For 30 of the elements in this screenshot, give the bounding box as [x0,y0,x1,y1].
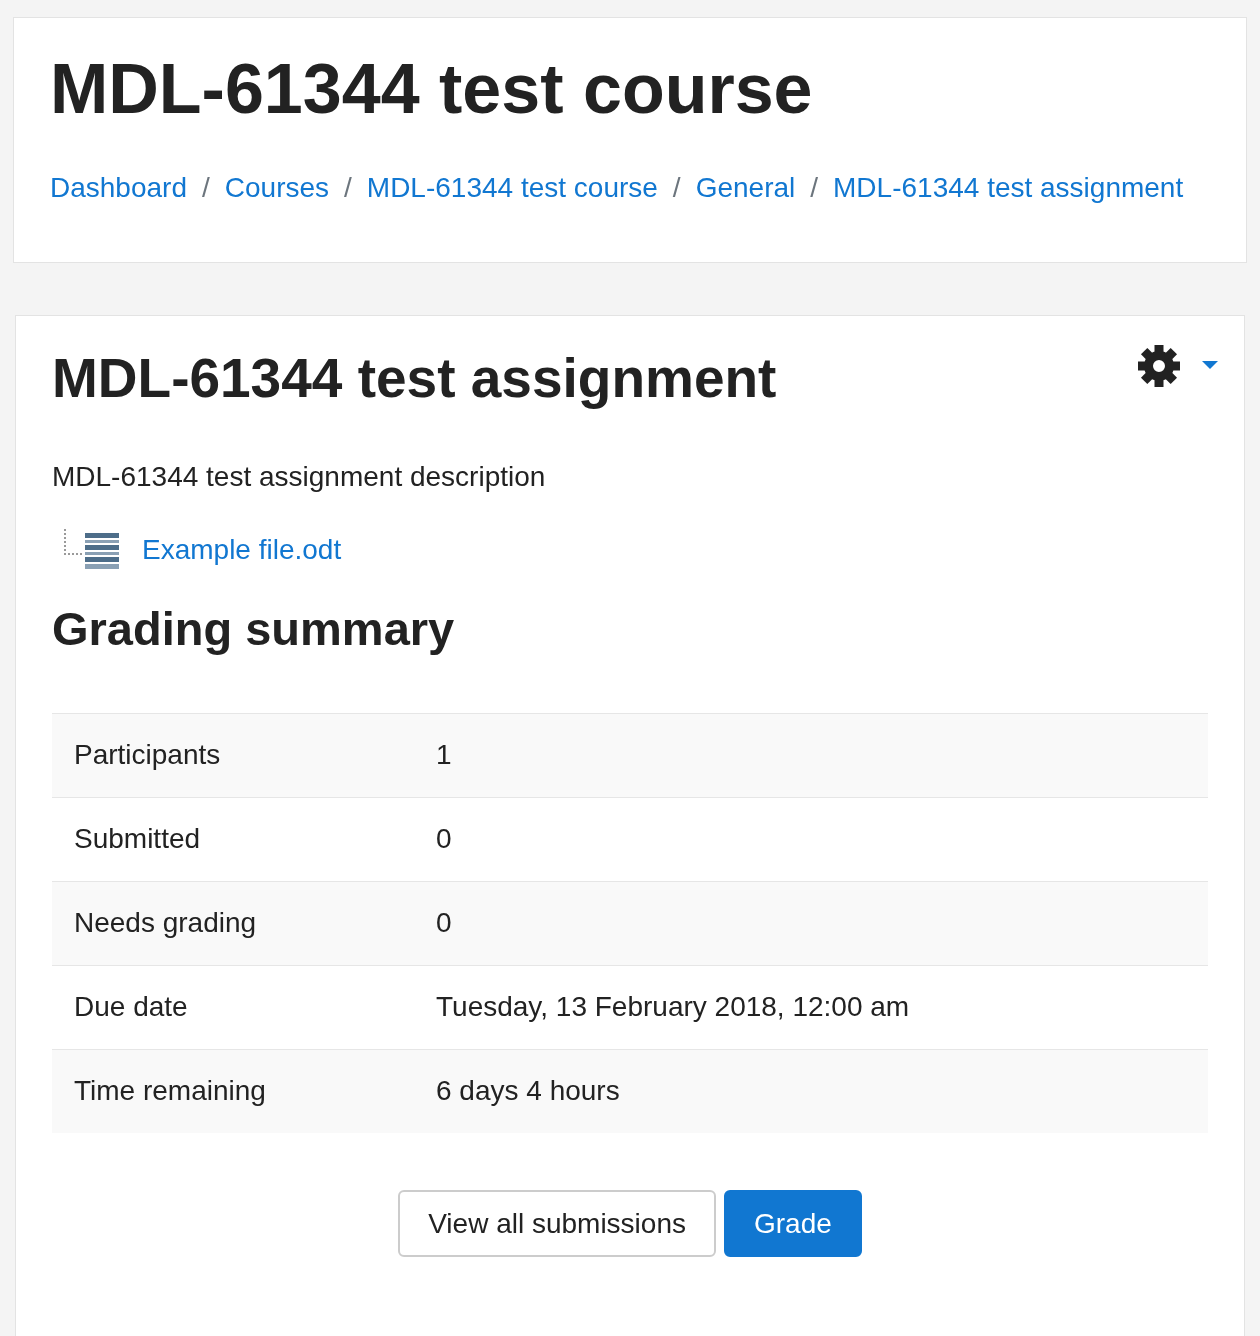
row-label: Time remaining [52,1049,414,1134]
breadcrumb-separator: / [809,171,820,205]
breadcrumb-link[interactable]: Dashboard [50,167,187,209]
caret-icon [1202,361,1218,369]
breadcrumb-link[interactable]: Courses [224,167,330,209]
file-link[interactable]: Example file.odt [142,529,342,571]
row-label: Participants [52,713,414,798]
breadcrumb-link[interactable]: MDL-61344 test assignment [833,167,1184,209]
row-value: 0 [414,797,1208,882]
settings-menu-toggle[interactable] [1138,345,1218,387]
row-value: Tuesday, 13 February 2018, 12:00 am [414,965,1208,1050]
view-submissions-button[interactable]: View all submissions [398,1190,716,1258]
row-value: 6 days 4 hours [414,1049,1208,1134]
assignment-title: MDL-61344 test assignment [52,346,777,411]
breadcrumb-separator: / [671,171,682,205]
row-value: 0 [414,881,1208,966]
breadcrumb-link[interactable]: General [695,167,796,209]
grade-button[interactable]: Grade [724,1190,862,1258]
row-label: Due date [52,965,414,1050]
row-label: Needs grading [52,881,414,966]
settings-icon [1138,345,1180,387]
row-label: Submitted [52,797,414,882]
row-value: 1 [414,713,1208,798]
file-icon [63,529,120,571]
breadcrumb-separator: / [201,171,211,205]
course-title: MDL-61344 test course [50,49,814,130]
assignment-description: MDL-61344 test assignment description [52,460,547,494]
breadcrumb-link[interactable]: MDL-61344 test course [366,167,658,209]
breadcrumb-separator: / [343,171,353,205]
grading-summary-heading: Grading summary [52,601,456,657]
